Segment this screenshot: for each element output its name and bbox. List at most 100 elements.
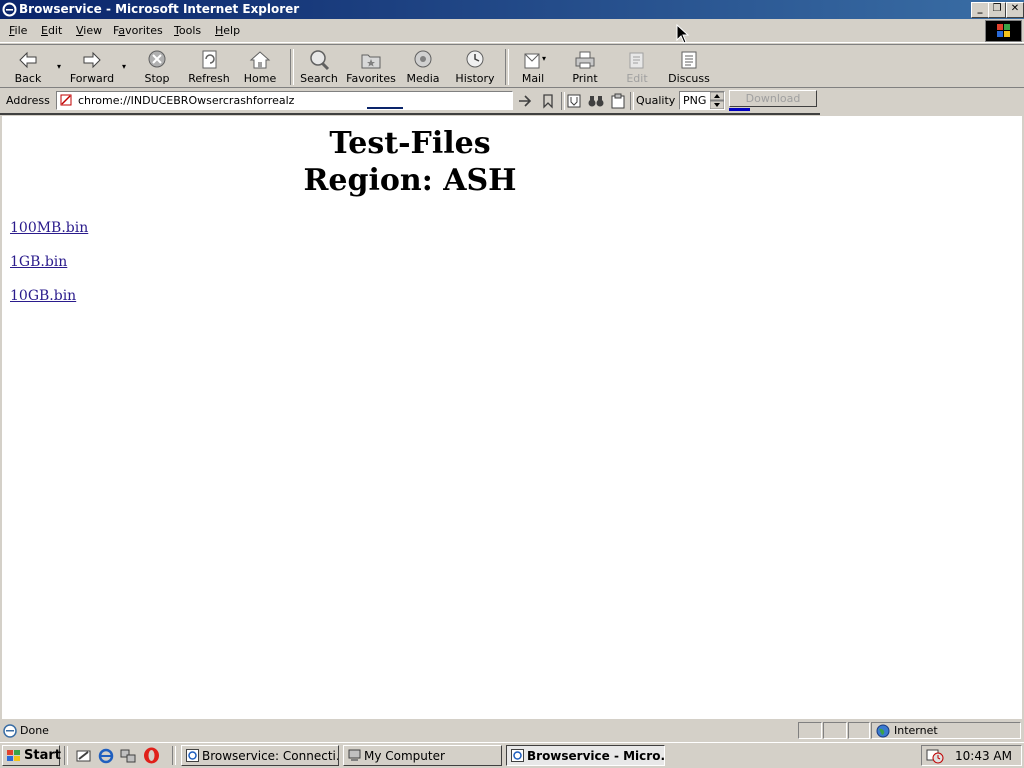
- security-zone-text: Internet: [894, 724, 938, 737]
- status-panel: [823, 722, 847, 739]
- addressbar-separator: [630, 92, 634, 110]
- mail-dropdown-icon[interactable]: ▾: [542, 54, 546, 63]
- menu-bar: File Edit View Favorites Tools Help: [0, 19, 1024, 43]
- opera-icon[interactable]: [143, 747, 160, 764]
- status-panel: [798, 722, 822, 739]
- mail-label: Mail: [521, 72, 545, 85]
- search-label: Search: [300, 72, 338, 85]
- file-link-100mb[interactable]: 100MB.bin: [10, 220, 88, 236]
- edit-label: Edit: [626, 72, 648, 85]
- download-label: Download: [745, 92, 801, 105]
- history-button[interactable]: History: [449, 48, 501, 88]
- menu-tools[interactable]: Tools: [174, 24, 201, 37]
- network-icon[interactable]: [120, 748, 136, 764]
- restore-button[interactable]: ❐: [988, 2, 1006, 18]
- edit-icon: [629, 52, 644, 69]
- clipboard-icon[interactable]: [610, 93, 626, 109]
- back-dropdown-icon[interactable]: ▾: [57, 62, 61, 71]
- internet-globe-icon: [876, 724, 890, 738]
- forward-label: Forward: [69, 72, 115, 85]
- file-link-1gb[interactable]: 1GB.bin: [10, 254, 67, 270]
- history-icon: [466, 50, 484, 68]
- favorites-button[interactable]: Favorites: [345, 48, 397, 88]
- page-error-icon: [60, 94, 72, 106]
- stop-button[interactable]: Stop: [131, 48, 183, 88]
- edit-button[interactable]: Edit: [611, 48, 663, 88]
- address-label: Address: [6, 94, 50, 107]
- taskbar-separator: [64, 746, 68, 765]
- windows-throbber-logo: [985, 20, 1022, 42]
- taskbar-button-browservice-ie[interactable]: Browservice - Micro...: [506, 745, 665, 766]
- refresh-label: Refresh: [188, 72, 230, 85]
- start-button[interactable]: Start: [2, 745, 61, 766]
- page-content: Test-Files Region: ASH 100MB.bin 1GB.bin…: [2, 116, 1022, 719]
- title-bar[interactable]: Browservice - Microsoft Internet Explore…: [0, 0, 1024, 19]
- quality-spinner-icon[interactable]: [710, 92, 724, 109]
- close-button[interactable]: ✕: [1006, 2, 1024, 18]
- back-arrow-icon: [19, 51, 37, 69]
- windows-logo-icon: [7, 750, 20, 761]
- quality-label: Quality: [636, 94, 676, 107]
- show-desktop-icon[interactable]: [76, 748, 92, 764]
- address-url[interactable]: chrome://INDUCEBROwsercrashforrealz: [78, 94, 294, 107]
- window-title: Browservice - Microsoft Internet Explore…: [19, 2, 300, 16]
- menu-edit[interactable]: Edit: [41, 24, 62, 37]
- menu-file[interactable]: File: [9, 24, 27, 37]
- back-label: Back: [14, 72, 42, 85]
- url-selection-marker: [367, 107, 403, 109]
- media-label: Media: [406, 72, 440, 85]
- favorites-folder-icon: [361, 54, 381, 69]
- ie-logo-icon: [2, 2, 17, 17]
- stop-label: Stop: [144, 72, 170, 85]
- task-label: Browservice - Micro...: [527, 749, 665, 763]
- search-button[interactable]: Search: [293, 48, 345, 88]
- go-arrow-icon[interactable]: [517, 93, 535, 109]
- taskbar-separator: [172, 746, 176, 765]
- discuss-button[interactable]: Discuss: [663, 48, 715, 88]
- internet-explorer-icon[interactable]: [98, 748, 114, 764]
- home-button[interactable]: Home: [234, 48, 286, 88]
- page-heading-title: Test-Files: [329, 126, 491, 161]
- forward-arrow-icon: [83, 51, 101, 69]
- ie-window-icon: [186, 749, 199, 762]
- mail-button[interactable]: Mail: [507, 48, 559, 88]
- refresh-button[interactable]: Refresh: [183, 48, 235, 88]
- task-label: My Computer: [364, 749, 445, 763]
- home-label: Home: [243, 72, 277, 85]
- menu-favorites[interactable]: Favorites: [113, 24, 163, 37]
- back-button[interactable]: Back: [2, 48, 54, 88]
- status-text: Done: [20, 724, 49, 737]
- stop-icon: [148, 50, 166, 68]
- taskbar-button-my-computer[interactable]: My Computer: [343, 745, 502, 766]
- standard-toolbar: Back ▾ Forward ▾ Stop Refresh Home Searc…: [0, 44, 1024, 88]
- print-button[interactable]: Print: [559, 48, 611, 88]
- menu-view[interactable]: View: [76, 24, 102, 37]
- print-label: Print: [572, 72, 598, 85]
- download-button[interactable]: Download: [729, 90, 817, 107]
- media-button[interactable]: Media: [397, 48, 449, 88]
- page-done-icon: [3, 724, 17, 738]
- status-panel: [848, 722, 870, 739]
- bookmark-icon[interactable]: [541, 93, 555, 109]
- search-icon: [310, 50, 330, 71]
- favorites-label: Favorites: [346, 72, 396, 85]
- refresh-icon: [202, 50, 217, 69]
- windows-flag-icon: [997, 24, 1010, 37]
- printer-icon: [575, 51, 595, 69]
- taskbar-clock: 10:43 AM: [955, 749, 1012, 763]
- addressbar-separator: [561, 92, 565, 110]
- task-label: Browservice: Connecti...: [202, 749, 339, 763]
- start-label: Start: [24, 748, 61, 763]
- forward-dropdown-icon[interactable]: ▾: [122, 62, 126, 71]
- menu-help[interactable]: Help: [215, 24, 240, 37]
- file-link-10gb[interactable]: 10GB.bin: [10, 288, 76, 304]
- find-binoculars-icon[interactable]: [587, 93, 605, 109]
- taskbar-button-browservice-connection[interactable]: Browservice: Connecti...: [181, 745, 339, 766]
- quality-value: PNG: [683, 94, 707, 107]
- scheduled-task-clock-icon[interactable]: [926, 747, 944, 764]
- save-page-icon[interactable]: [566, 93, 582, 109]
- page-heading-region: Region: ASH: [303, 163, 517, 198]
- history-label: History: [455, 72, 495, 85]
- minimize-button[interactable]: _: [971, 2, 989, 18]
- forward-button[interactable]: Forward: [66, 48, 118, 88]
